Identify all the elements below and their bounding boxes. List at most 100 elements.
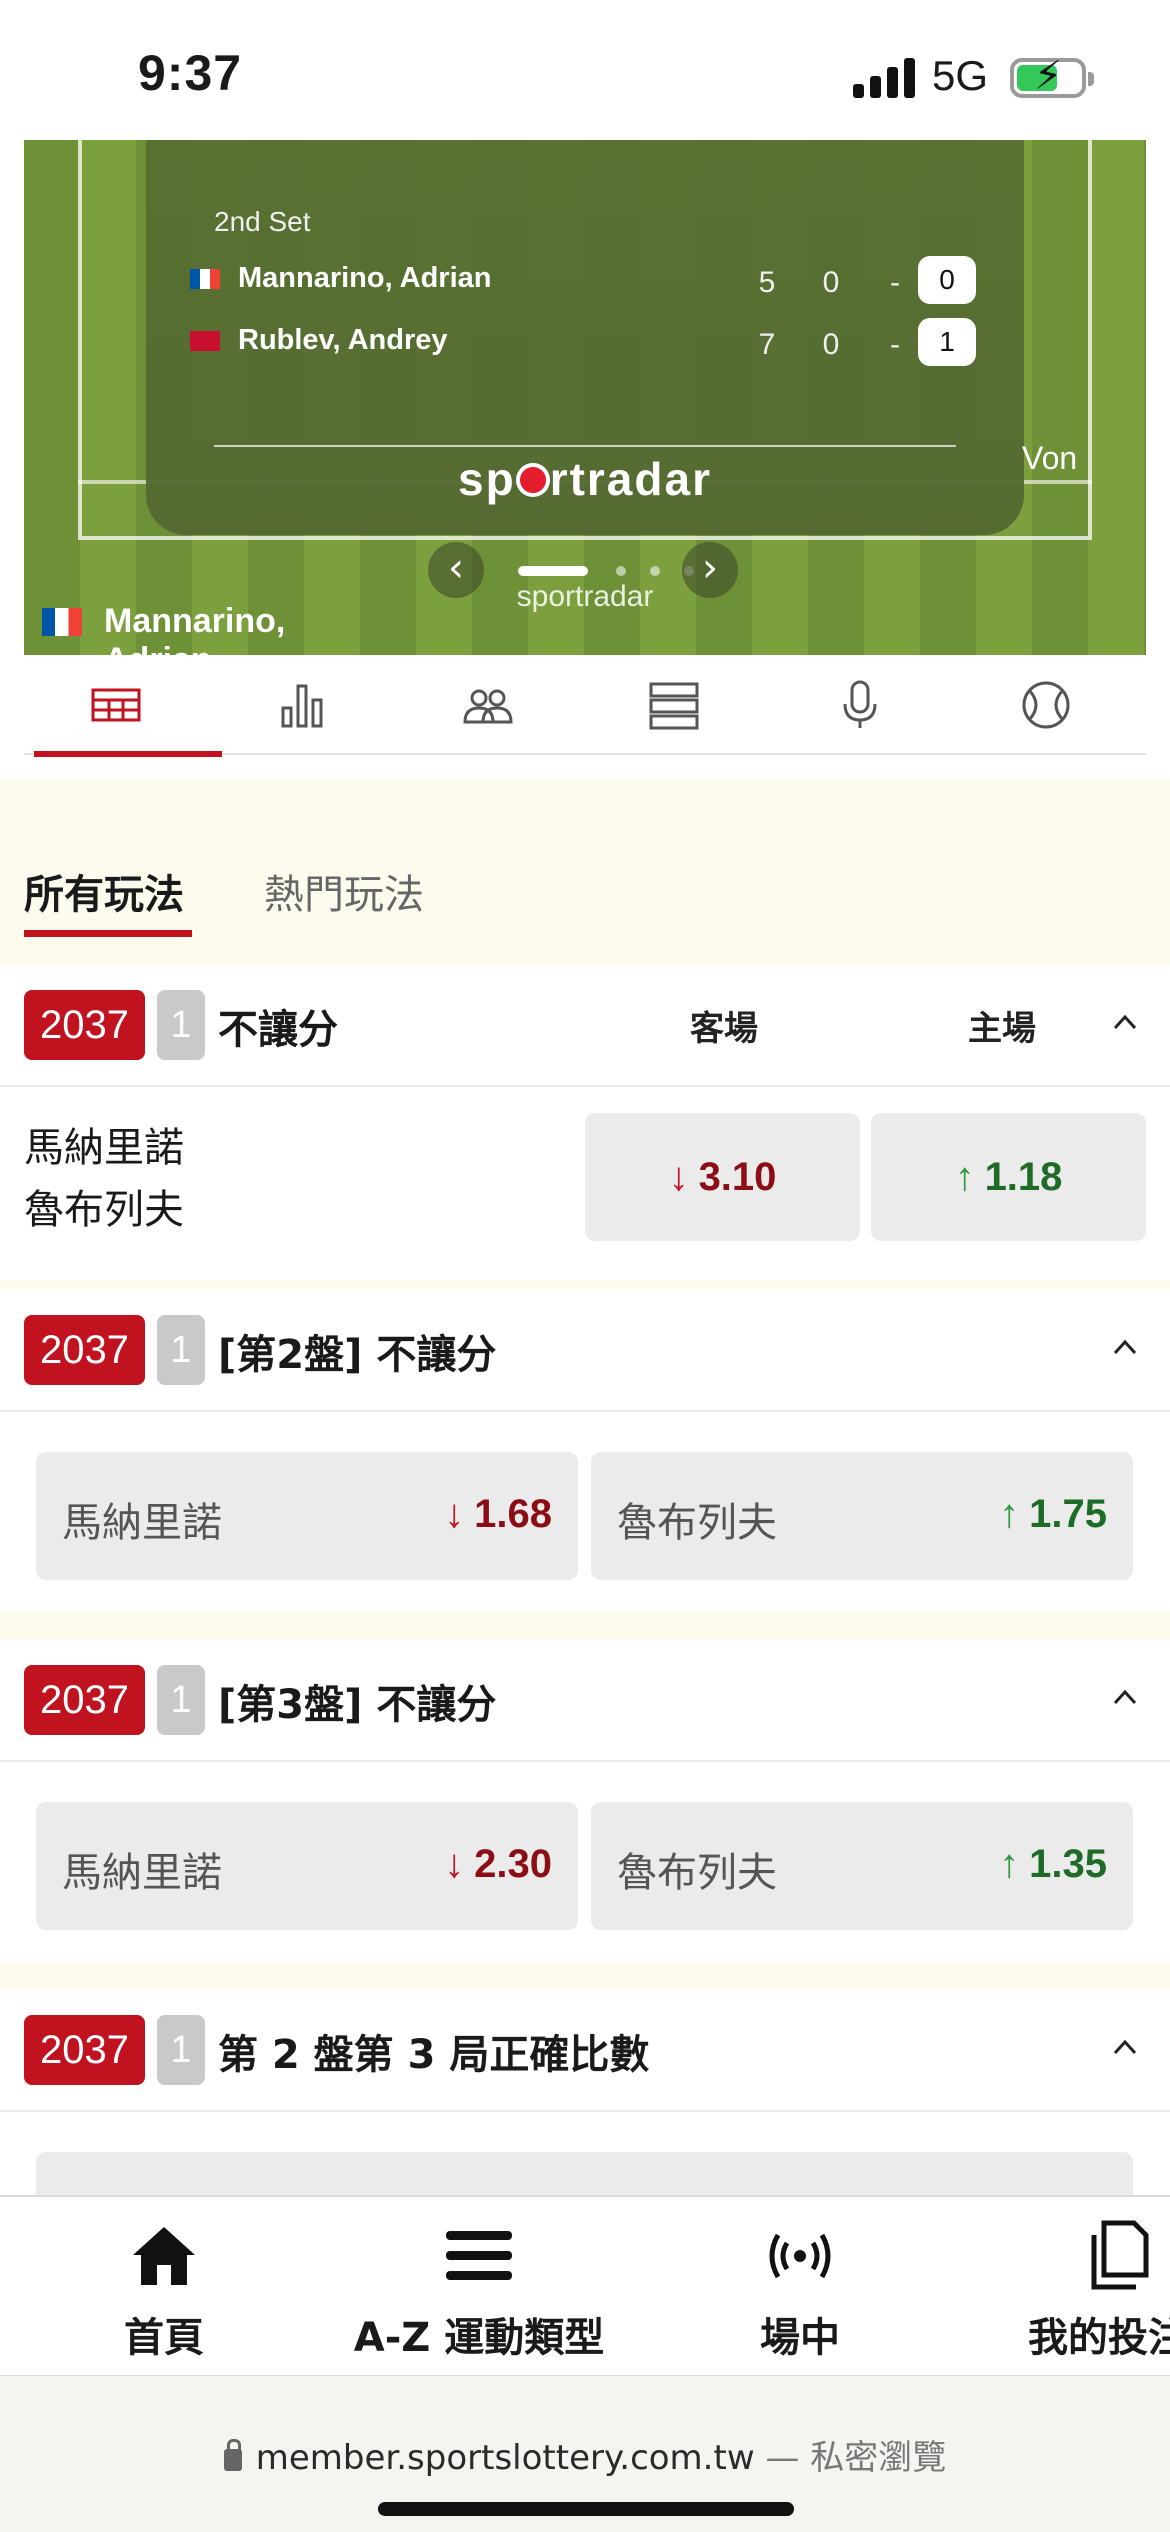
url-text: member.sportslottery.com.tw xyxy=(255,2438,755,2478)
odds-button-right[interactable]: 魯布列夫 ↑ 1.75 xyxy=(591,1452,1133,1580)
market-body-set2: 馬納里諾 ↓ 1.68 魯布列夫 ↑ 1.75 xyxy=(0,1412,1170,1612)
market-header-set2[interactable]: 2037 1 [第2盤] 不讓分 xyxy=(0,1290,1170,1412)
team-names: 馬納里諾 魯布列夫 xyxy=(24,1117,184,1241)
player-row-1: Mannarino, Adrian 5 0 - 0 xyxy=(190,256,990,306)
network-type: 5G xyxy=(932,52,989,99)
pager-dot[interactable] xyxy=(518,566,588,576)
browser-url-bar[interactable]: member.sportslottery.com.tw — 私密瀏覽 xyxy=(0,2375,1170,2532)
odds-value: 3.10 xyxy=(698,1154,777,1199)
odds-down-arrow-icon: ↓ xyxy=(668,1154,689,1199)
chevron-up-icon[interactable] xyxy=(1112,1684,1138,1710)
microphone-icon xyxy=(843,680,877,728)
team-home-name: 魯布列夫 xyxy=(24,1187,184,1233)
odds-value: ↑ 1.75 xyxy=(999,1492,1107,1536)
live-match-widget: 2nd Set Mannarino, Adrian 5 0 - 0 Rublev… xyxy=(24,140,1146,655)
event-num-badge: 1 xyxy=(157,990,205,1060)
player-points: 0 xyxy=(918,256,976,304)
nav-sports-az[interactable]: A-Z 運動類型 xyxy=(352,2219,606,2369)
team-away-name: 馬納里諾 xyxy=(24,1125,184,1171)
status-bar: 9:37 5G ⚡ xyxy=(0,0,1170,140)
nav-live[interactable]: 場中 xyxy=(740,2219,860,2369)
won-text: Von xyxy=(1022,440,1078,476)
market-header-set3[interactable]: 2037 1 [第3盤] 不讓分 xyxy=(0,1640,1170,1762)
chevron-up-icon[interactable] xyxy=(1112,1334,1138,1360)
signal-bars-icon xyxy=(853,58,917,98)
market-body-set3: 馬納里諾 ↓ 2.30 魯布列夫 ↑ 1.35 xyxy=(0,1762,1170,1962)
pager-dot[interactable] xyxy=(616,566,626,576)
private-mode-label: — 私密瀏覽 xyxy=(754,2438,947,2478)
nav-label: A-Z 運動類型 xyxy=(353,2315,605,2361)
odds-button-right[interactable]: 魯布列夫 ↑ 1.35 xyxy=(591,1802,1133,1930)
nav-label: 首頁 xyxy=(124,2315,204,2361)
market-header-correct-score[interactable]: 2037 1 第 2 盤第 3 局正確比數 xyxy=(0,1990,1170,2112)
odds-value: ↓ 1.68 xyxy=(444,1492,552,1536)
tab-hot-markets[interactable]: 熱門玩法 xyxy=(264,862,424,920)
player-points: 1 xyxy=(918,318,976,366)
my-bets-icon xyxy=(1091,2220,1149,2290)
pager-dot[interactable] xyxy=(650,566,660,576)
player-name: Rublev, Andrey xyxy=(238,324,448,356)
nav-home[interactable]: 首頁 xyxy=(92,2219,236,2369)
url-display[interactable]: member.sportslottery.com.tw — 私密瀏覽 xyxy=(0,2430,1170,2479)
player-col2: 0 xyxy=(822,266,840,299)
battery-charging-icon: ⚡ xyxy=(1010,56,1094,98)
tab-list[interactable] xyxy=(592,655,756,755)
nav-label: 我的投注 xyxy=(1028,2315,1170,2361)
head-to-head-icon xyxy=(463,689,513,724)
status-time: 9:37 xyxy=(138,45,243,101)
odds-button-left[interactable]: 馬納里諾 ↓ 1.68 xyxy=(36,1452,578,1580)
player-games: 7 xyxy=(758,328,776,361)
odds-button-home[interactable]: ↑ 1.18 xyxy=(871,1113,1146,1241)
event-code-badge: 2037 xyxy=(24,2015,145,2085)
tab-commentary[interactable] xyxy=(778,655,942,755)
france-flag-icon xyxy=(42,608,82,636)
section-gap xyxy=(0,1962,1170,1990)
odds-up-arrow-icon: ↑ xyxy=(999,1492,1020,1536)
market-body-moneyline: 馬納里諾 魯布列夫 ↓ 3.10 ↑ 1.18 xyxy=(0,1087,1170,1280)
nav-my-bets[interactable]: 我的投注 xyxy=(1028,2219,1170,2369)
column-home: 主場 xyxy=(968,1009,1036,1049)
market-header-moneyline[interactable]: 2037 1 不讓分 客場 主場 xyxy=(0,965,1170,1087)
event-code-badge: 2037 xyxy=(24,1665,145,1735)
scoreboard-divider xyxy=(214,445,956,447)
market-tabs: 所有玩法 熱門玩法 xyxy=(0,780,1170,965)
market-title: [第2盤] 不讓分 xyxy=(218,1332,497,1378)
tab-all-markets[interactable]: 所有玩法 xyxy=(24,862,192,937)
live-broadcast-icon xyxy=(769,2233,831,2279)
section-gap xyxy=(0,1612,1170,1640)
sportradar-logo: sp rtradar xyxy=(458,453,712,505)
odds-team-label: 馬納里諾 xyxy=(62,1500,222,1546)
player-name: Mannarino, Adrian xyxy=(238,262,492,294)
tab-tennis[interactable] xyxy=(964,655,1128,755)
chevron-up-icon[interactable] xyxy=(1112,2034,1138,2060)
home-indicator[interactable] xyxy=(378,2502,794,2516)
event-code-badge: 2037 xyxy=(24,1315,145,1385)
odds-team-label: 魯布列夫 xyxy=(617,1500,777,1546)
lock-icon xyxy=(223,2439,242,2471)
odds-button-away[interactable]: ↓ 3.10 xyxy=(585,1113,860,1241)
market-title: 第 2 盤第 3 局正確比數 xyxy=(218,2032,650,2078)
event-code-badge: 2037 xyxy=(24,990,145,1060)
set-label: 2nd Set xyxy=(214,206,311,237)
list-icon xyxy=(649,682,699,730)
odds-down-arrow-icon: ↓ xyxy=(444,1492,465,1536)
odds-value: 1.18 xyxy=(984,1154,1063,1199)
odds-value: ↑ 1.35 xyxy=(999,1842,1107,1886)
widget-icon-tabs xyxy=(24,655,1146,757)
event-num-badge: 1 xyxy=(157,1665,205,1735)
odds-up-arrow-icon: ↑ xyxy=(954,1154,975,1199)
tab-stats[interactable] xyxy=(220,655,384,755)
france-flag-icon xyxy=(190,269,220,289)
nav-label: 場中 xyxy=(760,2315,840,2361)
chevron-up-icon[interactable] xyxy=(1112,1009,1138,1035)
tennis-ball-icon xyxy=(1022,681,1070,729)
home-icon xyxy=(133,2227,195,2285)
odds-down-arrow-icon: ↓ xyxy=(444,1842,465,1886)
market-title: [第3盤] 不讓分 xyxy=(218,1682,497,1728)
tab-head-to-head[interactable] xyxy=(406,655,570,755)
event-num-badge: 1 xyxy=(157,2015,205,2085)
odds-button-left[interactable]: 馬納里諾 ↓ 2.30 xyxy=(36,1802,578,1930)
tab-court[interactable] xyxy=(34,655,222,757)
player-row-2: Rublev, Andrey 7 0 - 1 xyxy=(190,318,990,368)
market-title: 不讓分 xyxy=(218,1007,338,1053)
